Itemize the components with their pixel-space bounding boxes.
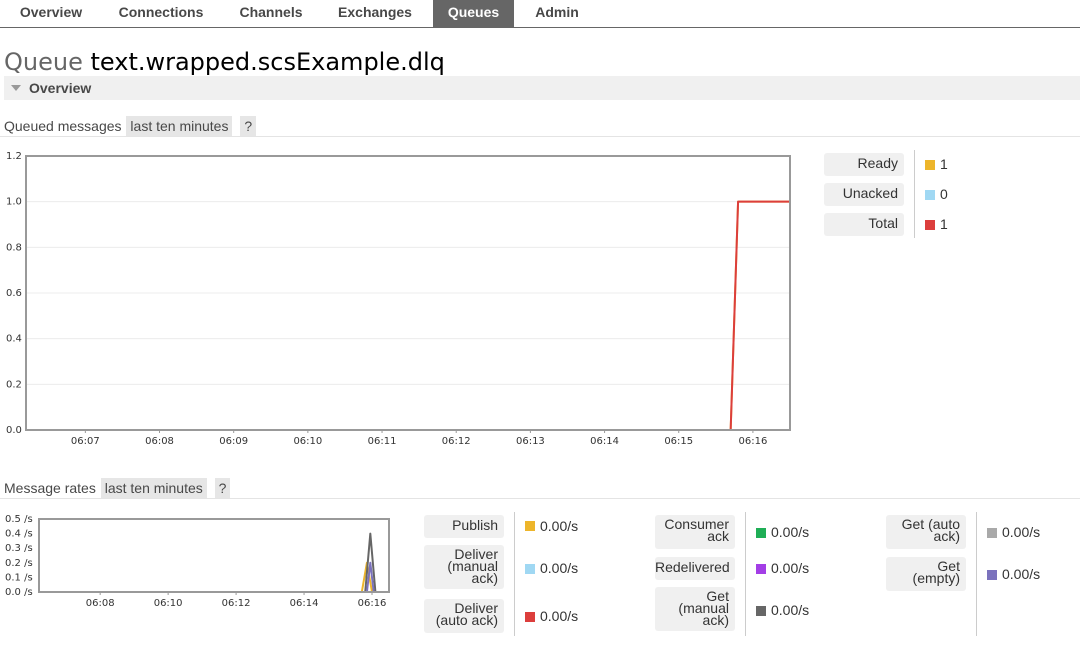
legend-get-auto-value: 0.00/s xyxy=(1002,524,1041,540)
collapse-triangle-icon xyxy=(11,85,21,91)
plot-area xyxy=(39,519,389,592)
x-tick-label: 06:14 xyxy=(590,436,619,446)
y-tick-label: 1.2 xyxy=(6,151,22,162)
legend-get-empty-label[interactable]: Get (empty) xyxy=(886,557,966,591)
legend-get-auto-swatch xyxy=(987,528,997,538)
legend-consumer-ack-swatch xyxy=(756,528,766,538)
page-title-kind: Queue xyxy=(4,48,83,76)
tab-overview[interactable]: Overview xyxy=(8,0,94,27)
section-title: Overview xyxy=(29,80,92,96)
legend-ready-swatch xyxy=(925,160,935,170)
page-title: Queue text.wrapped.scsExample.dlq xyxy=(4,45,445,79)
queued-messages-chart: 0.0 0.2 0.4 0.6 0.8 1.0 1.2 06:07 06:08 06:09 06:1… xyxy=(6,151,791,446)
legend-deliver-auto-label[interactable]: Deliver (auto ack) xyxy=(424,599,504,633)
legend-publish-value: 0.00/s xyxy=(540,518,579,534)
x-tick-label: 06:08 xyxy=(86,598,115,609)
legend-get-empty-swatch xyxy=(987,570,997,580)
legend-consumer-ack-label[interactable]: Consumer ack xyxy=(655,515,735,549)
y-tick-label: 0.6 xyxy=(6,288,22,299)
x-tick-label: 06:15 xyxy=(664,436,693,446)
y-tick-label: 0.4 xyxy=(6,334,22,345)
legend-ready-value: 1 xyxy=(940,156,948,172)
x-tick-label: 06:10 xyxy=(293,436,322,446)
y-tick-label: 0.0 /s xyxy=(5,587,33,598)
y-tick-label: 0.2 xyxy=(6,379,22,390)
y-tick-label: 0.2 /s xyxy=(5,558,33,569)
divider xyxy=(0,498,1080,499)
queued-help-button[interactable]: ? xyxy=(240,116,257,136)
legend-get-manual-label[interactable]: Get (manual ack) xyxy=(655,587,735,631)
tab-admin[interactable]: Admin xyxy=(524,0,590,27)
queued-messages-header: Queued messages last ten minutes ? xyxy=(4,116,257,136)
legend-redelivered-label[interactable]: Redelivered xyxy=(655,557,735,580)
rates-help-button[interactable]: ? xyxy=(214,478,231,498)
x-tick-label: 06:12 xyxy=(222,598,251,609)
tab-connections[interactable]: Connections xyxy=(108,0,214,27)
legend-redelivered-swatch xyxy=(756,564,766,574)
divider xyxy=(0,136,1080,137)
x-tick-label: 06:12 xyxy=(442,436,471,446)
x-tick-label: 06:14 xyxy=(290,598,319,609)
legend-separator xyxy=(745,512,746,636)
message-rates-chart: 0.0 /s 0.1 /s 0.2 /s 0.3 /s 0.4 /s 0.5 /s 06:0… xyxy=(5,514,390,609)
y-tick-label: 0.4 /s xyxy=(5,529,33,540)
legend-get-empty-value: 0.00/s xyxy=(1002,566,1041,582)
message-rates-title: Message rates xyxy=(4,480,96,496)
legend-get-manual-value: 0.00/s xyxy=(771,602,810,618)
legend-publish-swatch xyxy=(525,521,535,531)
legend-unacked-value: 0 xyxy=(940,186,948,202)
overview-section-toggle[interactable]: Overview xyxy=(4,76,1080,100)
legend-deliver-auto-value: 0.00/s xyxy=(540,608,579,624)
x-tick-label: 06:11 xyxy=(368,436,397,446)
queued-messages-title: Queued messages xyxy=(4,118,122,134)
legend-total-value: 1 xyxy=(940,216,948,232)
legend-redelivered-value: 0.00/s xyxy=(771,560,810,576)
legend-ready-label[interactable]: Ready xyxy=(824,153,904,176)
legend-unacked-label[interactable]: Unacked xyxy=(824,183,904,206)
message-rates-header: Message rates last ten minutes ? xyxy=(4,478,231,498)
legend-deliver-auto-swatch xyxy=(525,612,535,622)
legend-separator xyxy=(914,150,915,238)
legend-get-manual-swatch xyxy=(756,606,766,616)
x-tick-label: 06:08 xyxy=(145,436,174,446)
x-tick-label: 06:09 xyxy=(219,436,248,446)
x-tick-label: 06:13 xyxy=(516,436,545,446)
legend-total-label[interactable]: Total xyxy=(824,213,904,236)
legend-consumer-ack-value: 0.00/s xyxy=(771,524,810,540)
y-tick-label: 0.0 xyxy=(6,425,22,436)
x-tick-label: 06:16 xyxy=(738,436,767,446)
y-tick-label: 0.8 xyxy=(6,242,22,253)
legend-unacked-swatch xyxy=(925,190,935,200)
y-tick-label: 1.0 xyxy=(6,197,22,208)
legend-separator xyxy=(976,512,977,636)
x-tick-label: 06:07 xyxy=(71,436,100,446)
x-tick-label: 06:10 xyxy=(154,598,183,609)
tab-queues[interactable]: Queues xyxy=(433,0,514,27)
legend-separator xyxy=(514,512,515,636)
legend-total-swatch xyxy=(925,220,935,230)
legend-deliver-manual-swatch xyxy=(525,564,535,574)
queued-range-selector[interactable]: last ten minutes xyxy=(126,116,233,136)
tab-exchanges[interactable]: Exchanges xyxy=(328,0,422,27)
main-nav-tabs: Overview Connections Channels Exchanges … xyxy=(0,0,1080,28)
y-tick-label: 0.3 /s xyxy=(5,543,33,554)
legend-deliver-manual-value: 0.00/s xyxy=(540,560,579,576)
tab-channels[interactable]: Channels xyxy=(228,0,314,27)
legend-get-auto-label[interactable]: Get (auto ack) xyxy=(886,515,966,549)
rates-range-selector[interactable]: last ten minutes xyxy=(100,478,207,498)
y-tick-label: 0.1 /s xyxy=(5,572,33,583)
x-tick-label: 06:16 xyxy=(358,598,387,609)
legend-publish-label[interactable]: Publish xyxy=(424,515,504,538)
legend-deliver-manual-label[interactable]: Deliver (manual ack) xyxy=(424,545,504,589)
queue-name: text.wrapped.scsExample.dlq xyxy=(90,48,445,76)
y-tick-label: 0.5 /s xyxy=(5,514,33,525)
